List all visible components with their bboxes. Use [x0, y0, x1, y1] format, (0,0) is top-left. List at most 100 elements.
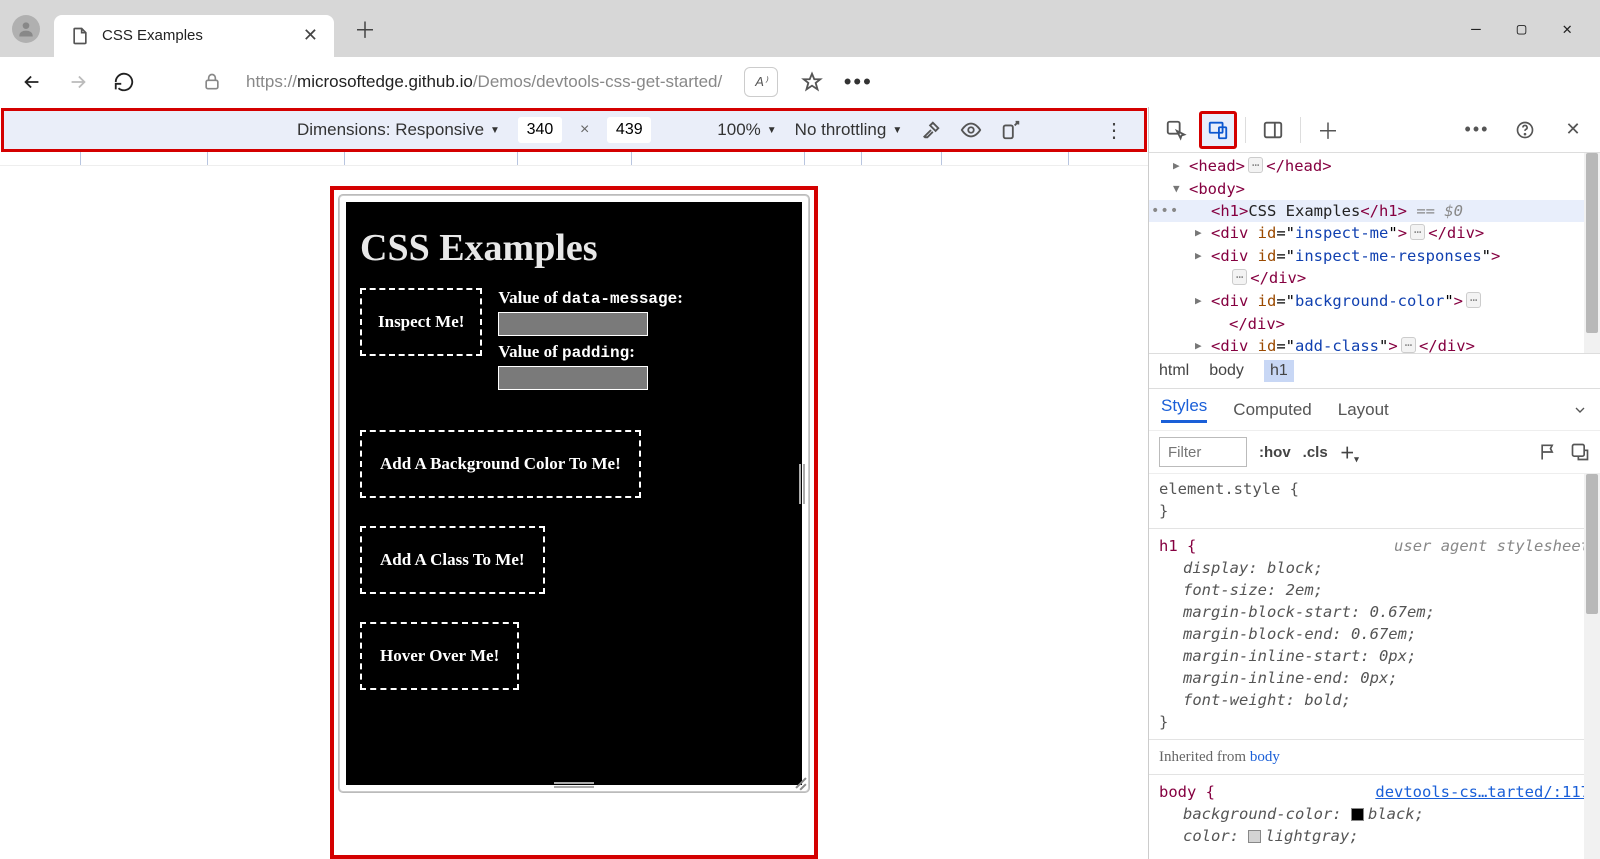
close-window-button[interactable]: ✕: [1562, 19, 1572, 38]
add-class-label: Add A Class To Me!: [380, 550, 525, 569]
add-bg-label: Add A Background Color To Me!: [380, 454, 621, 473]
styles-pane[interactable]: element.style { } h1 { user agent stylesh…: [1149, 474, 1600, 859]
source-link[interactable]: devtools-cs…tarted/:117: [1375, 781, 1590, 803]
new-tab-button[interactable]: ＋: [354, 13, 376, 45]
tab-title: CSS Examples: [102, 27, 203, 44]
decl-color[interactable]: color: lightgray;: [1159, 825, 1590, 847]
decl-mbe[interactable]: margin-block-end: 0.67em;: [1159, 623, 1590, 645]
ua-label: user agent stylesheet: [1394, 535, 1590, 557]
new-style-icon[interactable]: ＋▾: [1340, 442, 1355, 463]
h1-close-brace: }: [1159, 711, 1590, 733]
inherited-label: Inherited from body: [1159, 746, 1590, 768]
width-input[interactable]: [518, 117, 562, 143]
dom-tree[interactable]: <head>⋯</head> <body> •••<h1>CSS Example…: [1149, 153, 1600, 353]
site-info-icon[interactable]: [200, 70, 224, 94]
side-resize-grip[interactable]: [799, 464, 805, 504]
inspect-me-box[interactable]: Inspect Me!: [360, 288, 482, 356]
crumb-h1[interactable]: h1: [1264, 360, 1294, 382]
dock-side-button[interactable]: [1254, 111, 1292, 149]
styles-scrollbar[interactable]: [1584, 474, 1600, 859]
address-bar-row: https://microsoftedge.github.io/Demos/de…: [0, 57, 1600, 107]
minimize-button[interactable]: —: [1471, 19, 1481, 38]
add-tab-button[interactable]: ＋: [1309, 111, 1347, 149]
element-style-close: }: [1159, 500, 1590, 522]
data-message-label: Value of data-message:: [498, 288, 788, 308]
inspect-me-label: Inspect Me!: [378, 312, 464, 331]
devtools-panel: ＋ ••• ✕ <head>⋯</head> <body> •••<h1>CSS…: [1148, 107, 1600, 859]
element-style-open[interactable]: element.style {: [1159, 478, 1590, 500]
decl-mis[interactable]: margin-inline-start: 0px;: [1159, 645, 1590, 667]
tab-layout[interactable]: Layout: [1338, 400, 1389, 420]
zoom-value: 100%: [717, 120, 760, 140]
inspect-element-button[interactable]: [1157, 111, 1195, 149]
h1-selector[interactable]: h1 {: [1159, 537, 1196, 555]
page-icon: [70, 26, 90, 46]
hov-toggle[interactable]: :hov: [1259, 444, 1291, 461]
eyedropper-icon[interactable]: [920, 119, 942, 141]
device-toolbar-menu[interactable]: ⋮: [1104, 118, 1124, 143]
decl-bg[interactable]: background-color: black;: [1159, 803, 1590, 825]
styles-filter-input[interactable]: [1159, 437, 1247, 467]
dom-scrollbar[interactable]: [1584, 153, 1600, 353]
help-icon[interactable]: [1506, 111, 1544, 149]
decl-mbs[interactable]: margin-block-start: 0.67em;: [1159, 601, 1590, 623]
maximize-button[interactable]: ▢: [1517, 19, 1527, 38]
device-frame[interactable]: CSS Examples Inspect Me! Value of data-m…: [339, 195, 809, 792]
share-icon[interactable]: [1570, 442, 1590, 462]
back-button[interactable]: [20, 70, 44, 94]
padding-label: Value of padding:: [498, 342, 788, 362]
hover-label: Hover Over Me!: [380, 646, 499, 665]
browser-titlebar: CSS Examples ✕ ＋ — ▢ ✕: [0, 0, 1600, 57]
crumb-html[interactable]: html: [1159, 362, 1189, 380]
corner-resize-grip[interactable]: [790, 773, 806, 789]
devtools-header: ＋ ••• ✕: [1149, 107, 1600, 153]
decl-font-size[interactable]: font-size: 2em;: [1159, 579, 1590, 601]
height-input[interactable]: [607, 117, 651, 143]
devtools-more-icon[interactable]: •••: [1458, 111, 1496, 149]
styles-tabs: Styles Computed Layout: [1149, 389, 1600, 431]
forward-button[interactable]: [66, 70, 90, 94]
device-toolbar: Dimensions: Responsive▼ × 100%▼ No throt…: [1, 108, 1147, 152]
more-icon[interactable]: •••: [846, 70, 870, 94]
read-aloud-icon[interactable]: A⁾: [744, 67, 778, 97]
crumb-body[interactable]: body: [1209, 362, 1244, 380]
rendered-viewport: CSS Examples Inspect Me! Value of data-m…: [0, 166, 1148, 859]
eye-icon[interactable]: [960, 119, 982, 141]
device-toggle-button[interactable]: [1199, 111, 1237, 149]
url-path: /Demos/devtools-css-get-started/: [473, 72, 722, 91]
url-host: microsoftedge.github.io: [297, 72, 473, 91]
throttling-dropdown[interactable]: No throttling▼: [795, 120, 903, 140]
data-message-input[interactable]: [498, 312, 648, 336]
hover-box[interactable]: Hover Over Me!: [360, 622, 519, 690]
favorite-icon[interactable]: [800, 70, 824, 94]
throttling-value: No throttling: [795, 120, 887, 140]
ruler: [0, 152, 1148, 166]
zoom-dropdown[interactable]: 100%▼: [717, 120, 776, 140]
dimensions-dropdown[interactable]: Dimensions: Responsive▼: [297, 120, 500, 140]
styles-toolbar: :hov .cls ＋▾: [1149, 431, 1600, 474]
rotate-icon[interactable]: [1000, 119, 1022, 141]
tab-styles[interactable]: Styles: [1161, 396, 1207, 423]
window-controls: — ▢ ✕: [1471, 19, 1600, 38]
dom-selected-h1[interactable]: •••<h1>CSS Examples</h1> == $0: [1149, 200, 1600, 222]
reload-button[interactable]: [112, 70, 136, 94]
expand-icon[interactable]: [1572, 402, 1588, 418]
profile-icon[interactable]: [12, 15, 40, 43]
url-scheme: https://: [246, 72, 297, 91]
url-field[interactable]: https://microsoftedge.github.io/Demos/de…: [246, 72, 722, 92]
dom-breadcrumbs[interactable]: html body h1: [1149, 353, 1600, 389]
decl-fw[interactable]: font-weight: bold;: [1159, 689, 1590, 711]
cls-toggle[interactable]: .cls: [1303, 444, 1328, 461]
bottom-resize-grip[interactable]: [554, 782, 594, 788]
add-bg-box[interactable]: Add A Background Color To Me!: [360, 430, 641, 498]
padding-input[interactable]: [498, 366, 648, 390]
devtools-close-icon[interactable]: ✕: [1554, 111, 1592, 149]
tab-computed[interactable]: Computed: [1233, 400, 1311, 420]
body-selector[interactable]: body {: [1159, 783, 1215, 801]
flag-icon[interactable]: [1538, 442, 1558, 462]
browser-tab[interactable]: CSS Examples ✕: [54, 15, 334, 57]
tab-close-icon[interactable]: ✕: [303, 25, 318, 46]
add-class-box[interactable]: Add A Class To Me!: [360, 526, 545, 594]
decl-display[interactable]: display: block;: [1159, 557, 1590, 579]
decl-mie[interactable]: margin-inline-end: 0px;: [1159, 667, 1590, 689]
